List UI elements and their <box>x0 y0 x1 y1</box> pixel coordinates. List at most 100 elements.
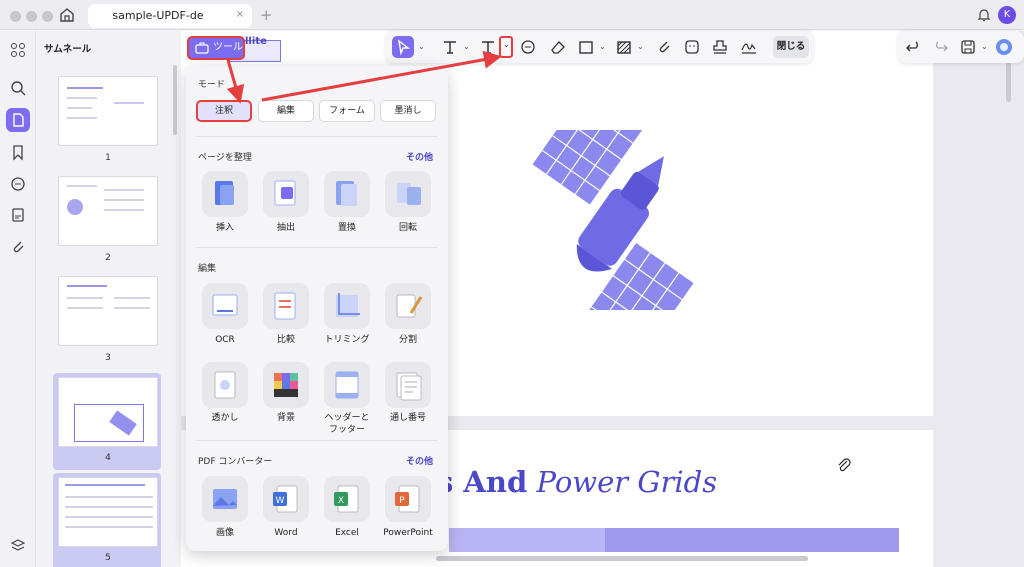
chevron-down-icon[interactable]: ⌄ <box>599 42 606 51</box>
split-tool[interactable] <box>385 283 431 329</box>
header-footer-label-line2: フッター <box>328 425 365 435</box>
convert-powerpoint-tool[interactable]: P <box>385 476 431 522</box>
avatar[interactable]: K <box>998 6 1016 24</box>
svg-text:X: X <box>338 496 344 506</box>
tab-close-icon[interactable]: × <box>236 9 244 20</box>
thumbnail-scrollbar[interactable] <box>173 65 177 135</box>
chevron-down-icon[interactable]: ⌄ <box>418 42 425 51</box>
ai-assistant-icon[interactable] <box>994 37 1014 57</box>
home-icon[interactable] <box>58 6 76 24</box>
crop-label: トリミング <box>324 335 370 345</box>
area-tool-icon[interactable] <box>614 37 634 57</box>
extract-tool[interactable] <box>263 171 309 217</box>
zoom-window-button[interactable] <box>42 11 53 22</box>
page-number-1: 1 <box>105 153 111 163</box>
attachment-tool-icon[interactable] <box>654 37 674 57</box>
page-number-4: 4 <box>105 453 111 463</box>
header-footer-icon <box>335 371 359 399</box>
mode-annotate-button[interactable]: 注釈 <box>196 100 252 122</box>
convert-excel-tool[interactable]: X <box>324 476 370 522</box>
document-tab[interactable]: sample-UPDF-de × <box>88 4 252 28</box>
undo-icon[interactable] <box>904 37 924 57</box>
eraser-icon[interactable] <box>548 37 568 57</box>
thumbnail-panel: サムネール 1 2 3 4 5 <box>36 31 181 567</box>
minimize-window-button[interactable] <box>26 11 37 22</box>
bell-icon[interactable] <box>976 7 992 23</box>
header-footer-label: ヘッダーと フッター <box>312 412 382 436</box>
ocr-icon <box>212 294 238 316</box>
close-button[interactable]: 閉じる <box>773 36 809 58</box>
attachment-icon[interactable] <box>9 237 27 255</box>
page-number-5: 5 <box>105 553 111 563</box>
rotate-icon <box>397 183 421 205</box>
crop-tool[interactable] <box>324 283 370 329</box>
mode-redact-button[interactable]: 墨消し <box>380 100 436 122</box>
save-icon[interactable] <box>958 37 978 57</box>
text-tool-icon[interactable] <box>440 37 460 57</box>
form-icon[interactable] <box>9 206 27 224</box>
convert-powerpoint-label: PowerPoint <box>383 528 433 538</box>
svg-text:P: P <box>399 496 405 506</box>
dropdown-highlight[interactable]: ⌄ <box>499 36 513 58</box>
grid-icon[interactable] <box>9 41 27 59</box>
insert-tool[interactable] <box>202 171 248 217</box>
thumbnail-page-4[interactable] <box>58 377 158 447</box>
satellite-illustration <box>532 130 694 310</box>
mode-edit-button[interactable]: 編集 <box>258 100 314 122</box>
header-footer-label-line1: ヘッダーと <box>324 413 370 423</box>
chevron-down-icon[interactable]: ⌄ <box>637 42 644 51</box>
thumbnail-page-5[interactable] <box>58 477 158 547</box>
comment-icon[interactable] <box>9 175 27 193</box>
thumbnail-page-3[interactable] <box>58 276 158 346</box>
svg-text:W: W <box>276 496 285 506</box>
bates-label: 通し番号 <box>389 413 426 423</box>
horizontal-scrollbar[interactable] <box>436 556 808 561</box>
page-heading: s And Power Grids <box>437 465 717 499</box>
page-number-3: 3 <box>105 353 111 363</box>
left-rail <box>0 31 36 567</box>
layers-icon[interactable] <box>9 537 27 555</box>
background-tool[interactable] <box>263 362 309 408</box>
redo-icon[interactable] <box>930 37 950 57</box>
bates-tool[interactable] <box>385 362 431 408</box>
replace-tool[interactable] <box>324 171 370 217</box>
heading-bold: s And <box>437 465 528 499</box>
convert-excel-label: Excel <box>335 528 359 538</box>
thumbnail-panel-title: サムネール <box>44 44 92 55</box>
header-footer-tool[interactable] <box>324 362 370 408</box>
convert-image-tool[interactable] <box>202 476 248 522</box>
heading-italic: Power Grids <box>527 465 718 499</box>
divider <box>196 440 437 441</box>
bates-number-icon <box>396 372 422 401</box>
chevron-down-icon[interactable]: ⌄ <box>981 42 988 51</box>
thumbnail-page-1[interactable] <box>58 76 158 146</box>
watermark-icon <box>214 371 236 399</box>
organize-more-link[interactable]: その他 <box>406 150 433 163</box>
comment-tool-icon[interactable] <box>518 37 538 57</box>
replace-icon <box>336 181 357 206</box>
paperclip-icon[interactable] <box>836 457 852 473</box>
convert-word-tool[interactable]: W <box>263 476 309 522</box>
sticker-icon[interactable] <box>682 37 702 57</box>
divider <box>196 136 437 137</box>
rectangle-tool-icon[interactable] <box>576 37 596 57</box>
search-icon[interactable] <box>9 79 27 97</box>
thumbnail-page-2[interactable] <box>58 176 158 246</box>
converter-more-link[interactable]: その他 <box>406 454 433 467</box>
stamp-icon[interactable] <box>710 37 730 57</box>
bookmark-icon[interactable] <box>9 143 27 161</box>
split-label: 分割 <box>398 335 417 345</box>
rotate-tool[interactable] <box>385 171 431 217</box>
mode-form-button[interactable]: フォーム <box>319 100 375 122</box>
watermark-tool[interactable] <box>202 362 248 408</box>
excel-icon: X <box>334 485 359 513</box>
ocr-tool[interactable] <box>202 283 248 329</box>
tools-button[interactable]: ツール <box>187 36 245 60</box>
cursor-icon <box>398 39 411 56</box>
chevron-down-icon[interactable]: ⌄ <box>463 42 470 51</box>
close-window-button[interactable] <box>10 11 21 22</box>
signature-icon[interactable] <box>739 37 759 57</box>
textbox-tool-icon[interactable] <box>478 37 498 57</box>
compare-tool[interactable] <box>263 283 309 329</box>
new-tab-icon[interactable]: + <box>260 6 273 24</box>
